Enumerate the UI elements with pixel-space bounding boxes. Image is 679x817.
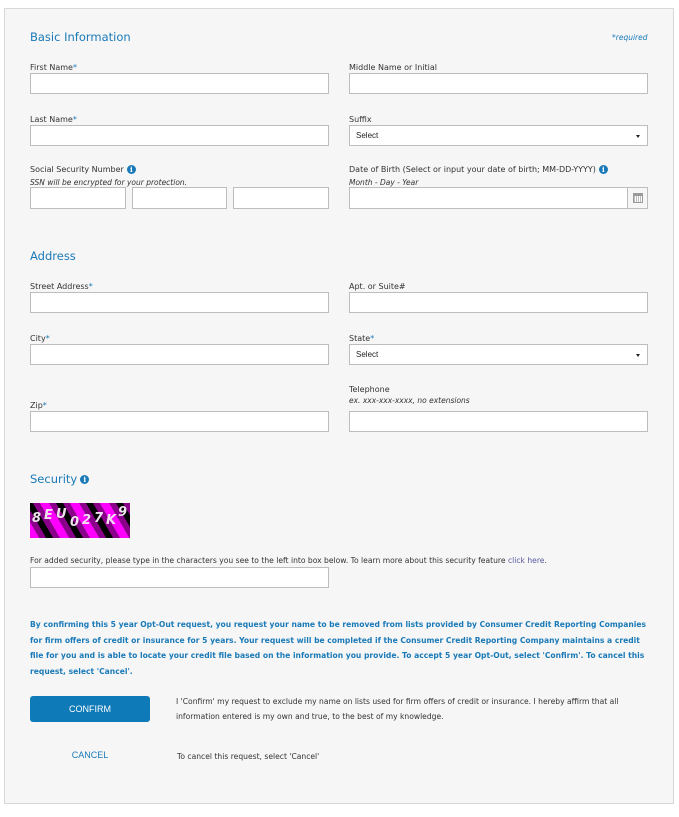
telephone-input[interactable] bbox=[349, 411, 648, 432]
ssn-part-2-input[interactable] bbox=[132, 187, 227, 209]
last-name-label: Last Name* bbox=[30, 115, 77, 124]
first-name-input[interactable] bbox=[30, 73, 329, 94]
basic-information-heading: Basic Information bbox=[30, 30, 131, 44]
suffix-label: Suffix bbox=[349, 115, 372, 124]
captcha-char: E bbox=[44, 508, 53, 523]
captcha-image: 8 E U 0 2 7 K 9 bbox=[30, 503, 130, 538]
suffix-selected-value: Select bbox=[356, 131, 379, 140]
security-instruction: For added security, please type in the c… bbox=[30, 556, 547, 565]
state-select[interactable]: Select bbox=[349, 344, 648, 365]
captcha-char: U bbox=[56, 507, 67, 522]
ssn-part-1-input[interactable] bbox=[30, 187, 126, 209]
info-icon[interactable]: i bbox=[126, 165, 136, 174]
apt-suite-input[interactable] bbox=[349, 292, 648, 313]
info-icon[interactable]: i bbox=[598, 165, 608, 174]
dob-label: Date of Birth (Select or input your date… bbox=[349, 165, 608, 174]
cancel-description: To cancel this request, select 'Cancel' bbox=[177, 752, 320, 761]
zip-input[interactable] bbox=[30, 411, 329, 432]
ssn-label: Social Security Number i bbox=[30, 165, 136, 174]
last-name-input[interactable] bbox=[30, 125, 329, 146]
apt-suite-label: Apt. or Suite# bbox=[349, 282, 406, 291]
state-label: State* bbox=[349, 334, 375, 343]
calendar-icon-grid bbox=[633, 195, 643, 203]
dob-input[interactable] bbox=[349, 187, 628, 209]
captcha-char: 7 bbox=[94, 511, 104, 526]
required-note: *required bbox=[612, 33, 648, 42]
telephone-label: Telephone bbox=[349, 385, 390, 394]
state-selected-value: Select bbox=[356, 350, 379, 359]
captcha-char: 2 bbox=[82, 513, 92, 528]
captcha-char: K bbox=[106, 513, 117, 528]
chevron-down-icon bbox=[636, 354, 640, 357]
calendar-button[interactable] bbox=[627, 187, 648, 209]
city-label: City* bbox=[30, 334, 50, 343]
captcha-input[interactable] bbox=[30, 567, 329, 588]
confirm-description: I 'Confirm' my request to exclude my nam… bbox=[176, 697, 619, 721]
security-heading: Security i bbox=[30, 472, 90, 486]
dob-hint: Month - Day - Year bbox=[349, 178, 419, 187]
opt-out-notice: By confirming this 5 year Opt-Out reques… bbox=[30, 620, 647, 676]
zip-label: Zip* bbox=[30, 401, 47, 410]
learn-more-link[interactable]: click here bbox=[508, 556, 545, 565]
ssn-part-3-input[interactable] bbox=[233, 187, 329, 209]
telephone-hint: ex. xxx-xxx-xxxx, no extensions bbox=[349, 396, 470, 405]
street-address-label: Street Address* bbox=[30, 282, 93, 291]
cancel-button[interactable]: CANCEL bbox=[30, 750, 150, 764]
captcha-char: 9 bbox=[118, 505, 128, 520]
address-heading: Address bbox=[30, 249, 76, 263]
confirm-button[interactable]: CONFIRM bbox=[30, 696, 150, 722]
middle-name-input[interactable] bbox=[349, 73, 648, 94]
street-address-input[interactable] bbox=[30, 292, 329, 313]
city-input[interactable] bbox=[30, 344, 329, 365]
ssn-hint: SSN will be encrypted for your protectio… bbox=[30, 178, 188, 187]
suffix-select[interactable]: Select bbox=[349, 125, 648, 146]
captcha-char: 0 bbox=[70, 515, 80, 530]
chevron-down-icon bbox=[636, 135, 640, 138]
captcha-char: 8 bbox=[32, 511, 42, 526]
first-name-label: First Name* bbox=[30, 63, 77, 72]
info-icon[interactable]: i bbox=[80, 475, 90, 484]
middle-name-label: Middle Name or Initial bbox=[349, 63, 437, 72]
